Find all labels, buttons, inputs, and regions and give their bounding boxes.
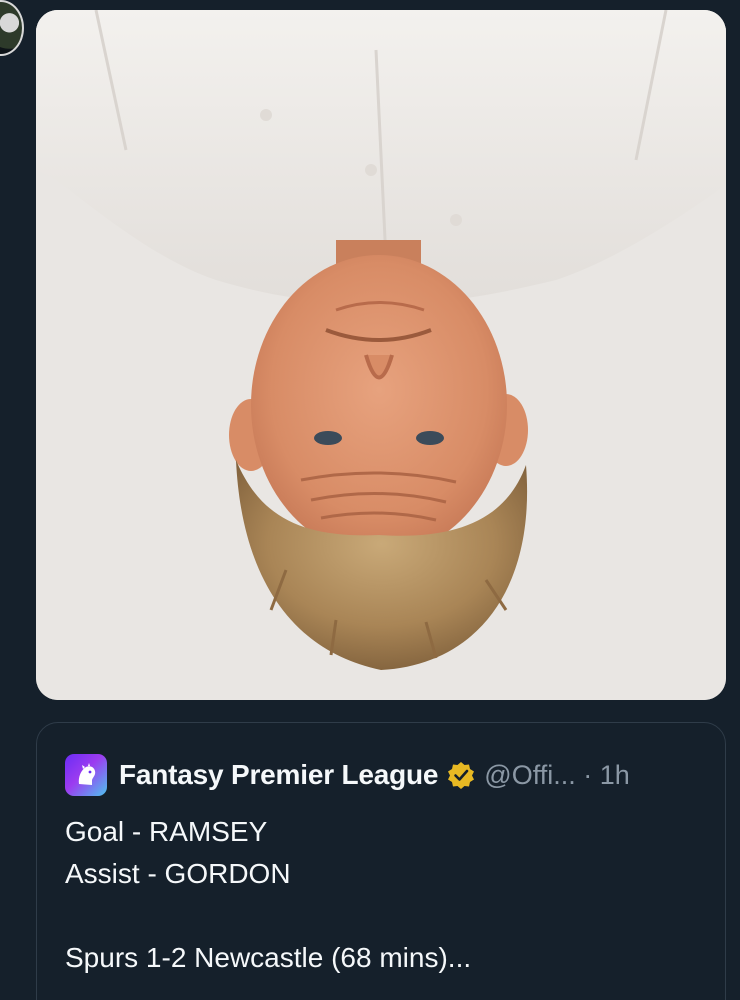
gold-verified-badge-icon	[446, 760, 476, 790]
tweet-media-view: Fantasy Premier League @Offi... · 1h Goa…	[0, 0, 740, 1000]
upside-down-portrait-image	[36, 10, 726, 700]
tweet-photo[interactable]	[36, 10, 726, 700]
quoted-tweet-text: Goal - RAMSEY Assist - GORDON Spurs 1-2 …	[65, 811, 471, 979]
quoted-tweet-header: Fantasy Premier League @Offi... · 1h	[65, 753, 630, 797]
tweet-line: Assist - GORDON	[65, 858, 291, 889]
premier-league-lion-icon[interactable]	[65, 754, 107, 796]
account-name[interactable]: Fantasy Premier League	[119, 759, 438, 791]
user-avatar[interactable]	[0, 0, 24, 56]
quoted-tweet-card[interactable]: Fantasy Premier League @Offi... · 1h Goa…	[36, 722, 726, 1000]
tweet-line: Goal - RAMSEY	[65, 816, 268, 847]
tweet-line: Spurs 1-2 Newcastle (68 mins)...	[65, 942, 472, 973]
handle-and-time: @Offi... · 1h	[484, 759, 630, 790]
tweet-line	[65, 895, 471, 937]
